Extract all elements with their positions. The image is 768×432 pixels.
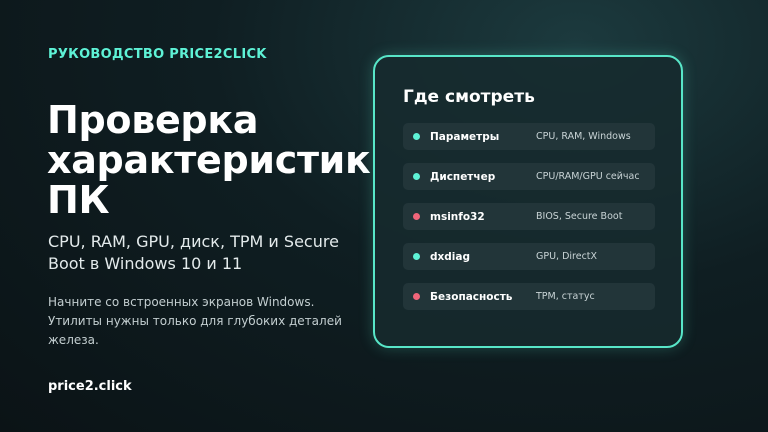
page-subtitle: CPU, RAM, GPU, диск, TPM и Secure Boot в… [48,232,339,273]
list-item-value: TPM, статус [536,291,595,302]
list-item-label: dxdiag [430,250,471,263]
guide-kicker: РУКОВОДСТВО PRICE2CLICK [48,47,267,62]
list-item-settings: Параметры CPU, RAM, Windows [403,123,655,150]
status-dot-icon [413,293,420,300]
status-dot-icon [413,253,420,260]
page-title: Проверка характеристик ПК [47,98,371,222]
list-item-dxdiag: dxdiag GPU, DirectX [403,243,655,270]
status-dot-icon [413,173,420,180]
list-item-label: Безопасность [430,290,513,303]
list-item-value: CPU, RAM, Windows [536,131,631,142]
status-dot-icon [413,133,420,140]
status-dot-icon [413,213,420,220]
where-to-look-card: Где смотреть Параметры CPU, RAM, Windows… [373,55,683,348]
list-item-security: Безопасность TPM, статус [403,283,655,310]
list-item-task-manager: Диспетчер CPU/RAM/GPU сейчас [403,163,655,190]
page-description: Начните со встроенных экранов Windows. У… [48,295,342,347]
list-item-label: msinfo32 [430,210,485,223]
list-item-label: Параметры [430,130,500,143]
card-title: Где смотреть [403,87,535,107]
list-item-label: Диспетчер [430,170,496,183]
list-item-value: GPU, DirectX [536,251,598,262]
where-to-look-list: Параметры CPU, RAM, Windows Диспетчер CP… [403,123,655,323]
list-item-msinfo32: msinfo32 BIOS, Secure Boot [403,203,655,230]
list-item-value: CPU/RAM/GPU сейчас [536,171,640,182]
footer-brand-link[interactable]: price2.click [48,379,132,394]
list-item-value: BIOS, Secure Boot [536,211,623,222]
